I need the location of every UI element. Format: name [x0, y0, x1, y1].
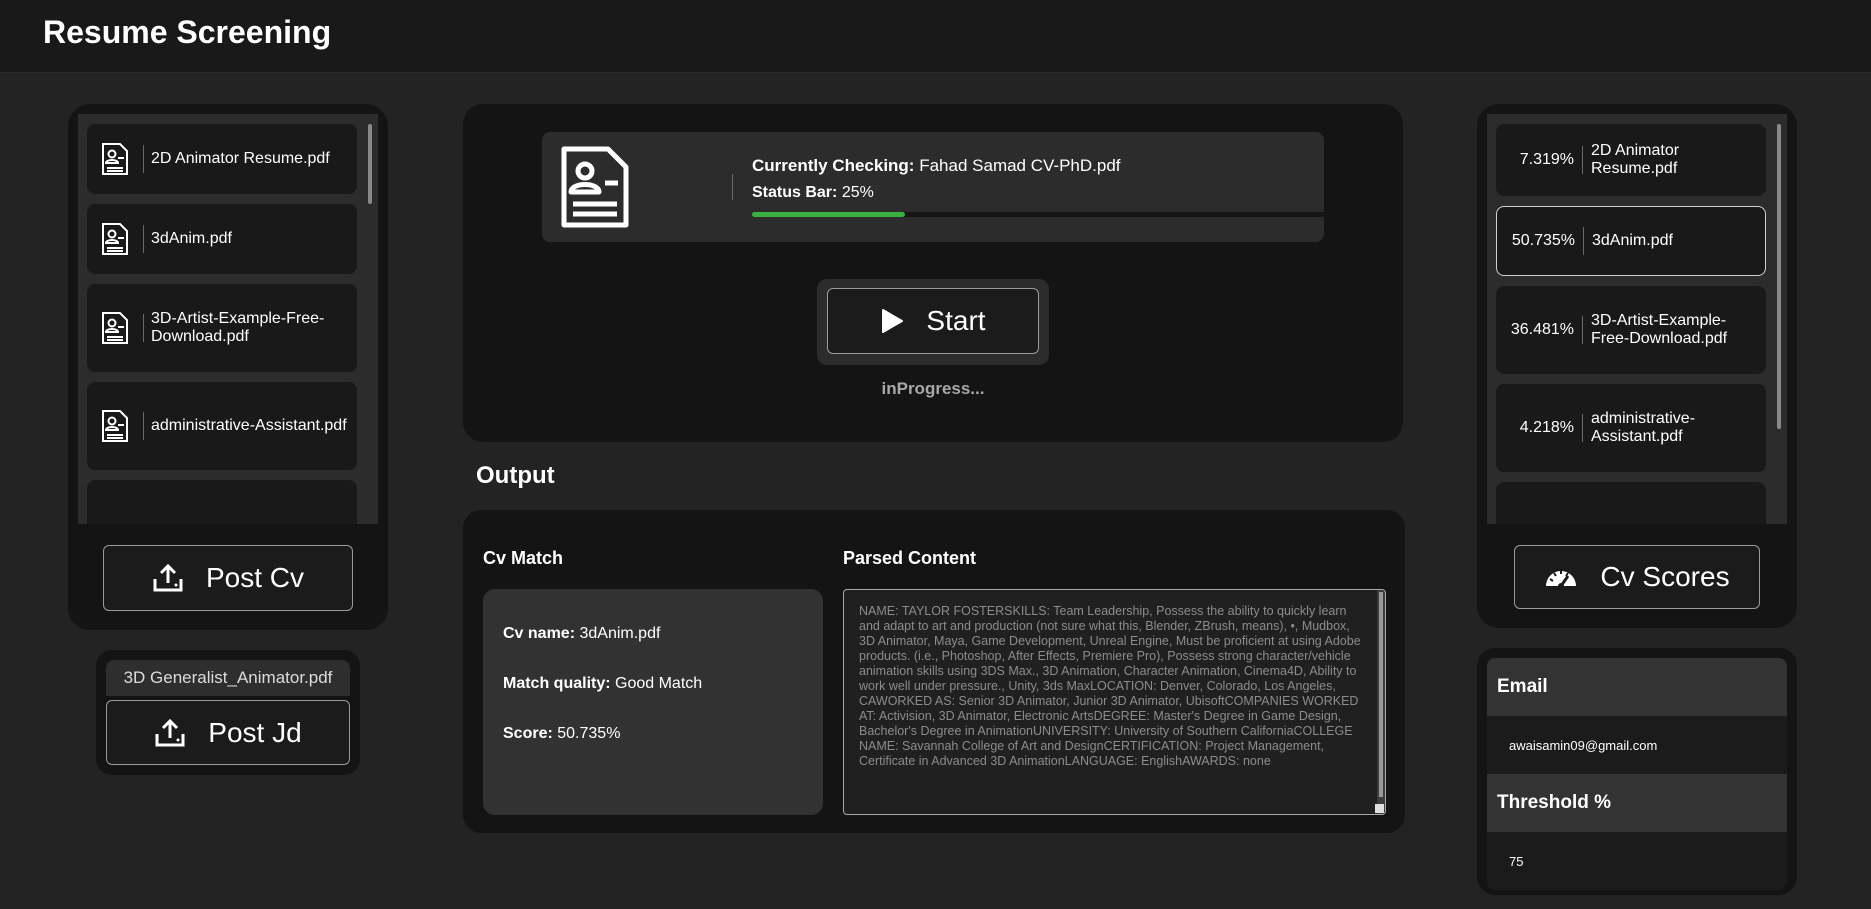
cv-name-value: 3dAnim.pdf	[579, 625, 661, 642]
score-percent: 50.735%	[1511, 232, 1575, 249]
score-file-name: 3dAnim.pdf	[1592, 232, 1673, 249]
currently-checking: Currently Checking: Fahad Samad CV-PhD.p…	[752, 156, 1121, 176]
start-label: Start	[926, 305, 986, 336]
settings-panel: Email awaisamin09@gmail.com Threshold % …	[1477, 648, 1797, 895]
cv-file-item-partial[interactable]	[87, 480, 357, 524]
progress-bar-fill	[752, 212, 905, 217]
cv-file-name: 3dAnim.pdf	[151, 230, 232, 247]
app-title: Resume Screening	[43, 14, 332, 50]
match-quality-label: Match quality:	[503, 675, 611, 692]
cv-scores-label: Cv Scores	[1600, 561, 1730, 592]
post-jd-button[interactable]: Post Jd	[106, 700, 350, 765]
cv-list-panel: 2D Animator Resume.pdf 3dAnim.pdf 3D-Art…	[68, 104, 388, 630]
score-label: Score:	[503, 725, 553, 742]
threshold-field[interactable]: 75	[1487, 832, 1787, 890]
separator	[143, 145, 144, 173]
separator	[143, 225, 144, 253]
cv-file-name: 2D Animator Resume.pdf	[151, 150, 330, 167]
cv-file-list[interactable]: 2D Animator Resume.pdf 3dAnim.pdf 3D-Art…	[78, 114, 378, 524]
cv-file-name: administrative-Assistant.pdf	[151, 417, 347, 434]
separator	[732, 174, 733, 200]
cv-scores-button[interactable]: Cv Scores	[1514, 545, 1760, 609]
cv-file-item[interactable]: 3dAnim.pdf	[87, 204, 357, 274]
post-jd-label: Post Jd	[208, 716, 302, 748]
upload-icon	[152, 563, 184, 593]
score-file-name: administrative-Assistant.pdf	[1591, 410, 1696, 445]
parsed-content-text: NAME: TAYLOR FOSTERSKILLS: Team Leadersh…	[859, 604, 1361, 768]
processing-panel: Currently Checking: Fahad Samad CV-PhD.p…	[463, 104, 1403, 442]
top-bar: Resume Screening	[0, 0, 1871, 73]
resume-file-icon	[87, 382, 143, 470]
resize-grip-icon[interactable]	[1375, 804, 1384, 813]
email-heading: Email	[1487, 658, 1787, 716]
output-title: Output	[476, 462, 555, 489]
cv-match-title: Cv Match	[483, 548, 564, 568]
gauge-icon	[1544, 566, 1578, 588]
cv-list-scrollbar[interactable]	[368, 124, 372, 204]
separator	[1582, 316, 1583, 344]
score-item[interactable]: 36.481% 3D-Artist-Example-Free-Download.…	[1496, 286, 1766, 374]
progress-bar	[752, 212, 1364, 217]
email-field[interactable]: awaisamin09@gmail.com	[1487, 716, 1787, 774]
separator	[1582, 146, 1583, 174]
match-quality-value: Good Match	[615, 675, 703, 692]
jd-file-name: 3D Generalist_Animator.pdf	[106, 660, 350, 696]
cv-match-card: Cv name: 3dAnim.pdf Match quality: Good …	[483, 589, 823, 815]
jd-panel: 3D Generalist_Animator.pdf Post Jd	[96, 650, 360, 775]
post-cv-button[interactable]: Post Cv	[103, 545, 353, 611]
parsed-content-textarea[interactable]: NAME: TAYLOR FOSTERSKILLS: Team Leadersh…	[843, 589, 1386, 815]
cv-file-item[interactable]: administrative-Assistant.pdf	[87, 382, 357, 470]
separator	[1582, 414, 1583, 442]
score-row: Score: 50.735%	[503, 725, 620, 743]
separator	[143, 314, 144, 342]
score-item[interactable]: 7.319% 2D Animator Resume.pdf	[1496, 124, 1766, 196]
start-button-wrap: Start	[817, 279, 1049, 365]
status-bar-text: Status Bar: 25%	[752, 184, 874, 202]
status-bar-value: 25%	[841, 184, 874, 201]
post-cv-label: Post Cv	[205, 562, 305, 593]
progress-state-text: inProgress...	[881, 379, 985, 398]
parsed-content-title: Parsed Content	[843, 548, 977, 568]
output-panel: Cv Match Parsed Content Cv name: 3dAnim.…	[463, 510, 1405, 833]
score-file-name: 2D Animator Resume.pdf	[1591, 142, 1680, 177]
resume-document-icon	[560, 146, 630, 233]
cv-file-name: 3D-Artist-Example-Free-Download.pdf	[151, 310, 325, 345]
scroll-thumb[interactable]	[1379, 592, 1383, 797]
score-percent: 36.481%	[1510, 321, 1574, 338]
checking-file: Fahad Samad CV-PhD.pdf	[919, 156, 1121, 175]
status-card: Currently Checking: Fahad Samad CV-PhD.p…	[542, 132, 1364, 242]
separator	[143, 412, 144, 440]
resume-file-icon	[87, 284, 143, 372]
score-percent: 4.218%	[1519, 419, 1574, 436]
play-icon	[880, 308, 904, 334]
score-percent: 7.319%	[1519, 151, 1574, 168]
cv-file-item[interactable]: 3D-Artist-Example-Free-Download.pdf	[87, 284, 357, 372]
resume-file-icon	[87, 204, 143, 274]
status-bar-label: Status Bar:	[752, 184, 838, 201]
score-item-partial[interactable]	[1496, 482, 1766, 524]
upload-icon	[154, 718, 186, 748]
parsed-content-scrollbar[interactable]	[1377, 590, 1385, 814]
cv-score-list[interactable]: 7.319% 2D Animator Resume.pdf 50.735% 3d…	[1487, 114, 1787, 524]
threshold-heading: Threshold %	[1487, 774, 1787, 832]
score-list-scrollbar[interactable]	[1777, 124, 1781, 429]
score-item[interactable]: 4.218% administrative-Assistant.pdf	[1496, 384, 1766, 472]
score-file-name: 3D-Artist-Example-Free-Download.pdf	[1591, 312, 1728, 347]
separator	[1583, 227, 1584, 255]
match-quality-row: Match quality: Good Match	[503, 675, 702, 693]
cv-file-item[interactable]: 2D Animator Resume.pdf	[87, 124, 357, 194]
score-value: 50.735%	[557, 725, 621, 742]
start-button[interactable]: Start	[827, 288, 1039, 354]
cv-name-row: Cv name: 3dAnim.pdf	[503, 625, 660, 643]
cv-name-label: Cv name:	[503, 625, 576, 642]
checking-label: Currently Checking:	[752, 156, 915, 175]
resume-file-icon	[87, 124, 143, 194]
cv-scores-panel: 7.319% 2D Animator Resume.pdf 50.735% 3d…	[1477, 104, 1797, 628]
score-item-selected[interactable]: 50.735% 3dAnim.pdf	[1496, 206, 1766, 276]
